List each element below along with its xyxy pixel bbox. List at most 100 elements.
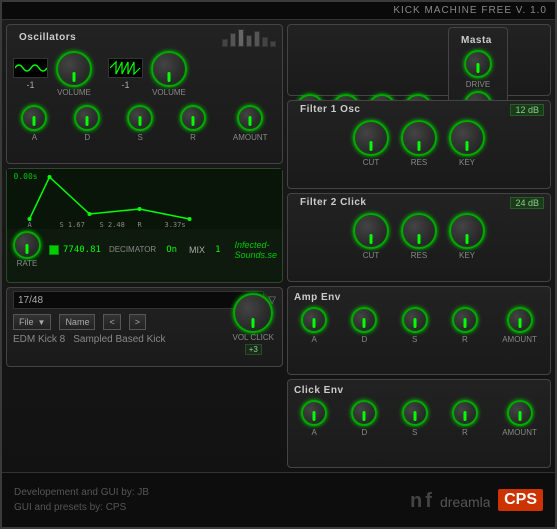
- next-button[interactable]: >: [129, 314, 146, 330]
- filter2-key-label: KEY: [459, 251, 475, 260]
- filter2-key-group: KEY: [449, 213, 485, 260]
- osc-r-label: R: [190, 133, 196, 142]
- osc1-wave-display: [13, 58, 48, 78]
- amp-env-knobs: A D S R AMOU: [288, 305, 550, 346]
- osc-s-label: S: [137, 133, 142, 142]
- eq-bar-4: [246, 35, 252, 47]
- osc-s-knob[interactable]: [127, 105, 153, 131]
- mix-value: 1: [215, 245, 220, 255]
- click-s-knob[interactable]: [402, 400, 428, 426]
- osc-a-group: A: [21, 105, 47, 142]
- filter1-cut-knob[interactable]: [353, 120, 389, 156]
- filter1-key-group: KEY: [449, 120, 485, 167]
- osc-r-knob[interactable]: [180, 105, 206, 131]
- next-label: >: [135, 317, 140, 327]
- eq-bar-2: [230, 33, 236, 47]
- click-amount-label: AMOUNT: [502, 428, 537, 437]
- amp-amount-label: AMOUNT: [502, 335, 537, 344]
- eq-bar-7: [270, 41, 276, 47]
- filter2-knobs: CUT RES KEY: [288, 211, 550, 262]
- osc1-value: -1: [26, 80, 34, 90]
- click-env-title: Click Env: [288, 383, 350, 398]
- osc-a-knob[interactable]: [21, 105, 47, 131]
- sampled-text: Sampled Based Kick: [73, 334, 165, 345]
- right-column: LOW 13.0 dB MID1 0.5 dB MID2 14.5 dB: [287, 20, 555, 472]
- svg-text:nf: nf: [410, 490, 435, 512]
- masta-drive-label: DRIVE: [466, 80, 490, 89]
- main-container: KICK MACHINE FREE V. 1.0 Oscillators: [0, 0, 557, 529]
- decimator-led[interactable]: [49, 245, 59, 255]
- cps-text: CPS: [504, 491, 537, 508]
- filter1-key-knob[interactable]: [449, 120, 485, 156]
- freq-value: 7740.81: [63, 245, 101, 255]
- vol-click-badge: +3: [245, 344, 262, 355]
- rate-knob[interactable]: [13, 231, 41, 259]
- env-display: 0.00s A S 1.67 S 2.48 R: [7, 169, 282, 229]
- click-r-knob[interactable]: [452, 400, 478, 426]
- click-d-knob[interactable]: [351, 400, 377, 426]
- osc-d-knob[interactable]: [74, 105, 100, 131]
- filter1-title: Filter 1 Osc: [294, 102, 366, 117]
- filter2-res-group: RES: [401, 213, 437, 260]
- filter1-header: Filter 1 Osc 12 dB: [288, 101, 550, 118]
- content-area: Oscillators: [2, 20, 555, 472]
- rate-label: RATE: [17, 259, 38, 268]
- filter2-header: Filter 2 Click 24 dB: [288, 194, 550, 211]
- amp-a-knob[interactable]: [301, 307, 327, 333]
- amp-r-label: R: [462, 335, 468, 344]
- footer-credits: Developement and GUI by: JB GUI and pres…: [14, 485, 149, 515]
- osc-s-group: S: [127, 105, 153, 142]
- amp-a-label: A: [311, 335, 316, 344]
- filter2-res-knob[interactable]: [401, 213, 437, 249]
- app-title: KICK MACHINE FREE V. 1.0: [393, 5, 547, 16]
- filter1-badge: 12 dB: [510, 104, 544, 116]
- osc-d-label: D: [84, 133, 90, 142]
- name-label: Name: [65, 317, 89, 327]
- osc1-volume-knob[interactable]: [56, 51, 92, 87]
- top-bar: KICK MACHINE FREE V. 1.0: [2, 2, 555, 20]
- file-button[interactable]: File ▼: [13, 314, 51, 330]
- amp-amount-knob[interactable]: [507, 307, 533, 333]
- footer: Developement and GUI by: JB GUI and pres…: [2, 472, 555, 527]
- osc-amount-knob[interactable]: [237, 105, 263, 131]
- eq-bars: [222, 27, 276, 47]
- env-controls: RATE 7740.81 DECIMATOR On MIX 1 Infected…: [7, 229, 282, 270]
- name-button[interactable]: Name: [59, 314, 95, 330]
- click-amount-knob[interactable]: [507, 400, 533, 426]
- click-d-label: D: [362, 428, 368, 437]
- click-env-knobs: A D S R AMOU: [288, 398, 550, 439]
- amp-s-group: S: [402, 307, 428, 344]
- masta-drive-knob[interactable]: [464, 50, 492, 78]
- footer-line1: Developement and GUI by: JB: [14, 485, 149, 500]
- click-a-knob[interactable]: [301, 400, 327, 426]
- filter1-cut-label: CUT: [363, 158, 379, 167]
- filter2-cut-knob[interactable]: [353, 213, 389, 249]
- file-label: File: [19, 317, 34, 327]
- amp-r-knob[interactable]: [452, 307, 478, 333]
- amp-s-label: S: [412, 335, 417, 344]
- decimator-label: DECIMATOR: [109, 245, 156, 254]
- filter1-res-knob[interactable]: [401, 120, 437, 156]
- amp-s-knob[interactable]: [402, 307, 428, 333]
- click-a-label: A: [311, 428, 316, 437]
- amp-env-title: Amp Env: [288, 290, 347, 305]
- amp-d-knob[interactable]: [351, 307, 377, 333]
- osc2-volume-knob[interactable]: [151, 51, 187, 87]
- prev-label: <: [109, 317, 114, 327]
- click-d-group: D: [351, 400, 377, 437]
- filter2-key-knob[interactable]: [449, 213, 485, 249]
- on-label[interactable]: On: [166, 245, 177, 255]
- click-env-panel: Click Env A D S: [287, 379, 551, 468]
- filter2-panel: Filter 2 Click 24 dB CUT RES: [287, 193, 551, 282]
- osc2-wave-display: [108, 58, 143, 78]
- vol-click-knob[interactable]: [233, 293, 273, 333]
- eq-bar-6: [262, 37, 268, 47]
- vol-click-section: VOL CLICK +3: [233, 293, 275, 355]
- amp-amount-group: AMOUNT: [502, 307, 537, 344]
- prev-button[interactable]: <: [103, 314, 120, 330]
- svg-text:dreamland: dreamland: [440, 494, 490, 510]
- amp-env-panel: Amp Env A D S: [287, 286, 551, 375]
- filter1-res-label: RES: [411, 158, 427, 167]
- osc2-volume-label: VOLUME: [152, 88, 186, 97]
- preset-name: EDM Kick 8: [13, 334, 65, 345]
